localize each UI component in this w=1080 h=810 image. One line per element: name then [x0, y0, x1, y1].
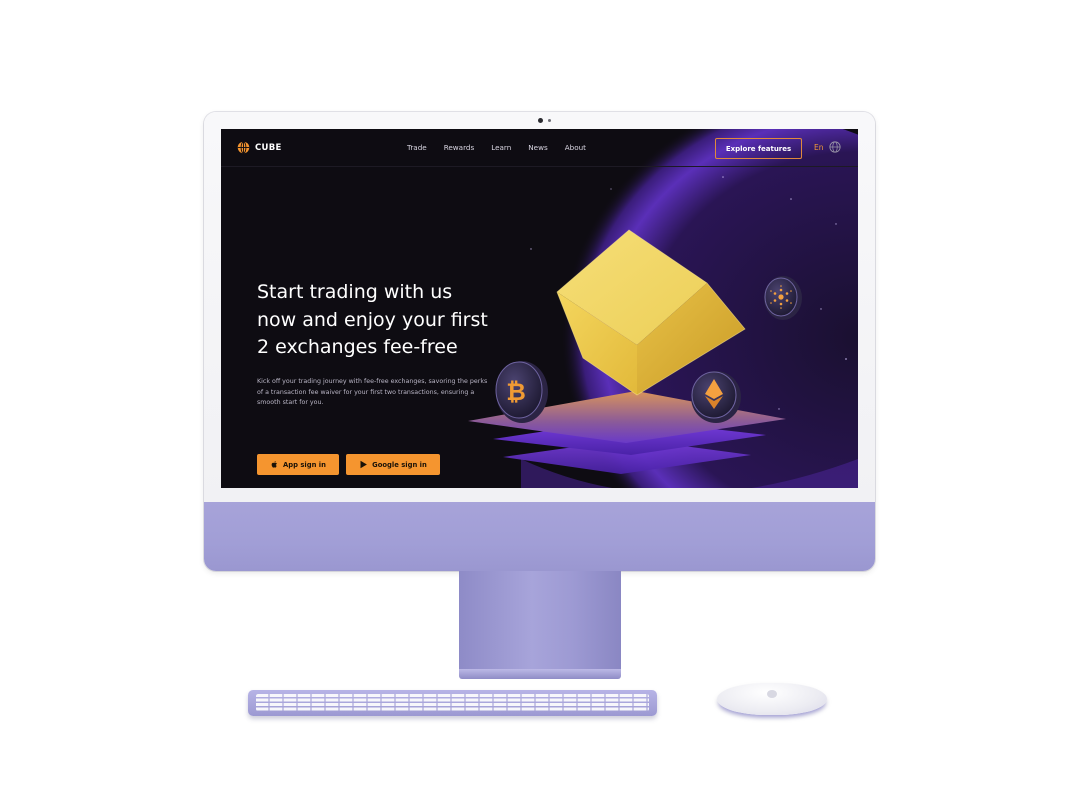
monitor-stand-base	[459, 669, 621, 679]
nav-item-news[interactable]: News	[528, 143, 547, 152]
google-sign-in-label: Google sign in	[372, 460, 427, 469]
website-screen: ₿ CUBE Trade Rewards Learn News About Ex…	[221, 129, 858, 488]
top-navigation: CUBE Trade Rewards Learn News About Expl…	[221, 129, 858, 167]
brand-logo[interactable]: CUBE	[237, 141, 282, 154]
mouse	[717, 683, 827, 715]
language-selector[interactable]: En	[814, 143, 824, 152]
app-sign-in-button[interactable]: App sign in	[257, 454, 339, 475]
mouse-logo-icon	[767, 690, 777, 698]
ethereum-coin	[691, 371, 741, 423]
scene: ₿ CUBE Trade Rewards Learn News About Ex…	[0, 0, 1080, 810]
app-sign-in-label: App sign in	[283, 460, 326, 469]
camera-icon	[538, 118, 543, 123]
bitcoin-coin: ₿	[495, 361, 548, 423]
nav-item-about[interactable]: About	[565, 143, 586, 152]
main-menu: Trade Rewards Learn News About	[407, 143, 586, 152]
nav-item-trade[interactable]: Trade	[407, 143, 427, 152]
google-play-icon	[360, 460, 368, 469]
keyboard	[248, 690, 657, 716]
monitor-stand	[459, 571, 621, 675]
camera-indicator	[548, 119, 551, 122]
hero-title: Start trading with us now and enjoy your…	[257, 281, 488, 358]
apple-icon	[271, 461, 277, 468]
brand-name: CUBE	[255, 142, 282, 153]
monitor-chin	[204, 502, 875, 571]
keyboard-keys	[256, 694, 649, 711]
nav-item-learn[interactable]: Learn	[491, 143, 511, 152]
globe-icon[interactable]	[829, 141, 841, 153]
bitcoin-icon: ₿	[506, 378, 526, 406]
cardano-coin	[764, 276, 802, 320]
globe-icon	[237, 141, 250, 154]
google-sign-in-button[interactable]: Google sign in	[346, 454, 440, 475]
hero-subtitle: Kick off your trading journey with fee-f…	[257, 378, 488, 407]
nav-item-rewards[interactable]: Rewards	[444, 143, 475, 152]
explore-features-button[interactable]: Explore features	[715, 138, 802, 159]
